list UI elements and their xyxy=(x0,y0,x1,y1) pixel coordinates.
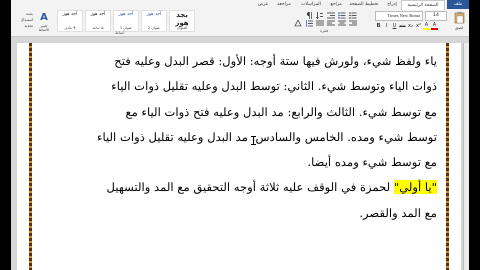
line-spacing-icon[interactable] xyxy=(305,20,313,27)
text-line: مع المد والقصر. xyxy=(359,205,437,220)
paste-icon[interactable] xyxy=(454,11,465,24)
styles-label: أنماط xyxy=(115,30,125,35)
text-line: مع توسط شيء ومده أيضا. xyxy=(307,155,437,170)
text-line: ذوات الياء وتوسط شيء. الثاني: توسط البدل… xyxy=(111,79,437,94)
style-sample: أجد هوز xyxy=(146,12,162,17)
subscript-button[interactable]: x₂ xyxy=(407,22,414,30)
editing-group: بحث استبدال تحديد xyxy=(13,11,33,33)
page-border-right xyxy=(446,43,449,270)
style-sample: أجد هوز xyxy=(90,12,106,17)
ibeam-cursor-icon xyxy=(251,136,256,145)
shading-icon[interactable] xyxy=(294,20,302,27)
video-frame-left xyxy=(0,0,11,270)
tab-view[interactable]: عرض xyxy=(255,0,271,9)
document-area: ياء ولفظ شيء، ولورش فيها ستة أوجه: الأول… xyxy=(11,37,469,270)
tab-review[interactable]: مراجعة xyxy=(273,0,295,9)
text-line: مع توسط شيء. الثالث والرابع: مد البدل وع… xyxy=(125,104,437,119)
paste-label: لصق xyxy=(454,25,464,30)
align-center-icon[interactable] xyxy=(338,20,346,27)
text-line-highlighted: "يا أولي" لحمزة في الوقف عليه ثلاثة أوجه… xyxy=(41,175,437,200)
style-name: العنوان xyxy=(176,26,188,30)
text-line-rest: لحمزة في الوقف عليه ثلاثة أوجه التحقيق م… xyxy=(106,180,394,195)
tab-home[interactable]: الصفحة الرئيسية xyxy=(401,0,445,10)
font-format-buttons: B I U abc x₂ x² A A xyxy=(375,22,447,31)
clipboard-group: لصق xyxy=(451,11,467,33)
highlighted-word: "يا أولي" xyxy=(393,180,437,195)
style-title[interactable]: بجد هوز العنوان xyxy=(169,10,195,32)
italic-button[interactable]: I xyxy=(383,22,390,30)
vertical-ruler xyxy=(463,43,469,270)
style-sample: بجد هوز xyxy=(175,11,189,27)
tab-file[interactable]: ملف xyxy=(447,0,469,9)
tab-page-layout[interactable]: تخطيط الصفحة xyxy=(347,0,381,9)
style-sample: أجد هوز xyxy=(118,12,134,17)
bullets-icon[interactable] xyxy=(349,12,357,19)
document-page[interactable]: ياء ولفظ شيء، ولورش فيها ستة أوجه: الأول… xyxy=(17,43,461,270)
tab-insert[interactable]: إدراج xyxy=(383,0,401,9)
ribbon: ملف الصفحة الرئيسية إدراج تخطيط الصفحة م… xyxy=(11,0,469,37)
superscript-button[interactable]: x² xyxy=(415,22,422,30)
home-toolbar: لصق Times New Roma 14 B I U abc x₂ x² A … xyxy=(11,10,469,36)
ribbon-tabs: ملف الصفحة الرئيسية إدراج تخطيط الصفحة م… xyxy=(11,0,469,10)
style-normal[interactable]: أجد هوز ¶ عادي xyxy=(57,10,83,32)
highlight-color-button[interactable]: A xyxy=(423,22,430,30)
document-body[interactable]: ياء ولفظ شيء، ولورش فيها ستة أوجه: الأول… xyxy=(41,49,437,226)
align-left-icon[interactable] xyxy=(327,20,335,27)
font-color-button[interactable]: A xyxy=(431,22,438,30)
change-styles-label: تغيير الأنماط xyxy=(38,24,50,32)
indent-icon[interactable] xyxy=(327,12,335,19)
strikethrough-button[interactable]: abc xyxy=(399,22,406,30)
align-right-icon[interactable] xyxy=(349,20,357,27)
bold-button[interactable]: B xyxy=(375,22,382,30)
justify-icon[interactable] xyxy=(316,20,324,27)
change-styles-button[interactable]: A تغيير الأنماط xyxy=(35,11,53,33)
underline-button[interactable]: U xyxy=(391,22,398,30)
tab-mailings[interactable]: المراسلات xyxy=(297,0,325,9)
show-marks-icon[interactable] xyxy=(305,12,313,19)
paragraph-group: فقرة xyxy=(289,11,359,33)
change-styles-icon: A xyxy=(40,12,48,23)
style-name: ¶ عادي xyxy=(64,26,76,30)
styles-gallery: أجد هوز ¶ عادي أجد هوز بلا تباعد أجد هوز… xyxy=(55,10,205,35)
style-heading-2[interactable]: أجد هوز عنوان 2 xyxy=(141,10,167,32)
style-name: بلا تباعد xyxy=(92,26,104,30)
tab-references[interactable]: مراجع xyxy=(327,0,345,9)
page-border-left xyxy=(29,43,32,270)
style-sample: أجد هوز xyxy=(62,12,78,17)
numbering-icon[interactable] xyxy=(338,12,346,19)
style-no-spacing[interactable]: أجد هوز بلا تباعد xyxy=(85,10,111,32)
select-button[interactable]: تحديد xyxy=(13,23,33,29)
text-line: ياء ولفظ شيء، ولورش فيها ستة أوجه: الأول… xyxy=(114,54,437,68)
font-name-select[interactable]: Times New Roma xyxy=(375,11,423,21)
sort-icon[interactable] xyxy=(316,12,324,19)
text-line: توسط شيء ومده. الخامس والسادس: مد البدل … xyxy=(97,129,437,144)
paragraph-label: فقرة xyxy=(319,28,329,33)
font-size-select[interactable]: 14 xyxy=(425,11,447,21)
style-name: عنوان 2 xyxy=(147,26,161,30)
style-heading-1[interactable]: أجد هوز عنوان 1 xyxy=(113,10,139,32)
video-frame-right xyxy=(469,0,480,270)
